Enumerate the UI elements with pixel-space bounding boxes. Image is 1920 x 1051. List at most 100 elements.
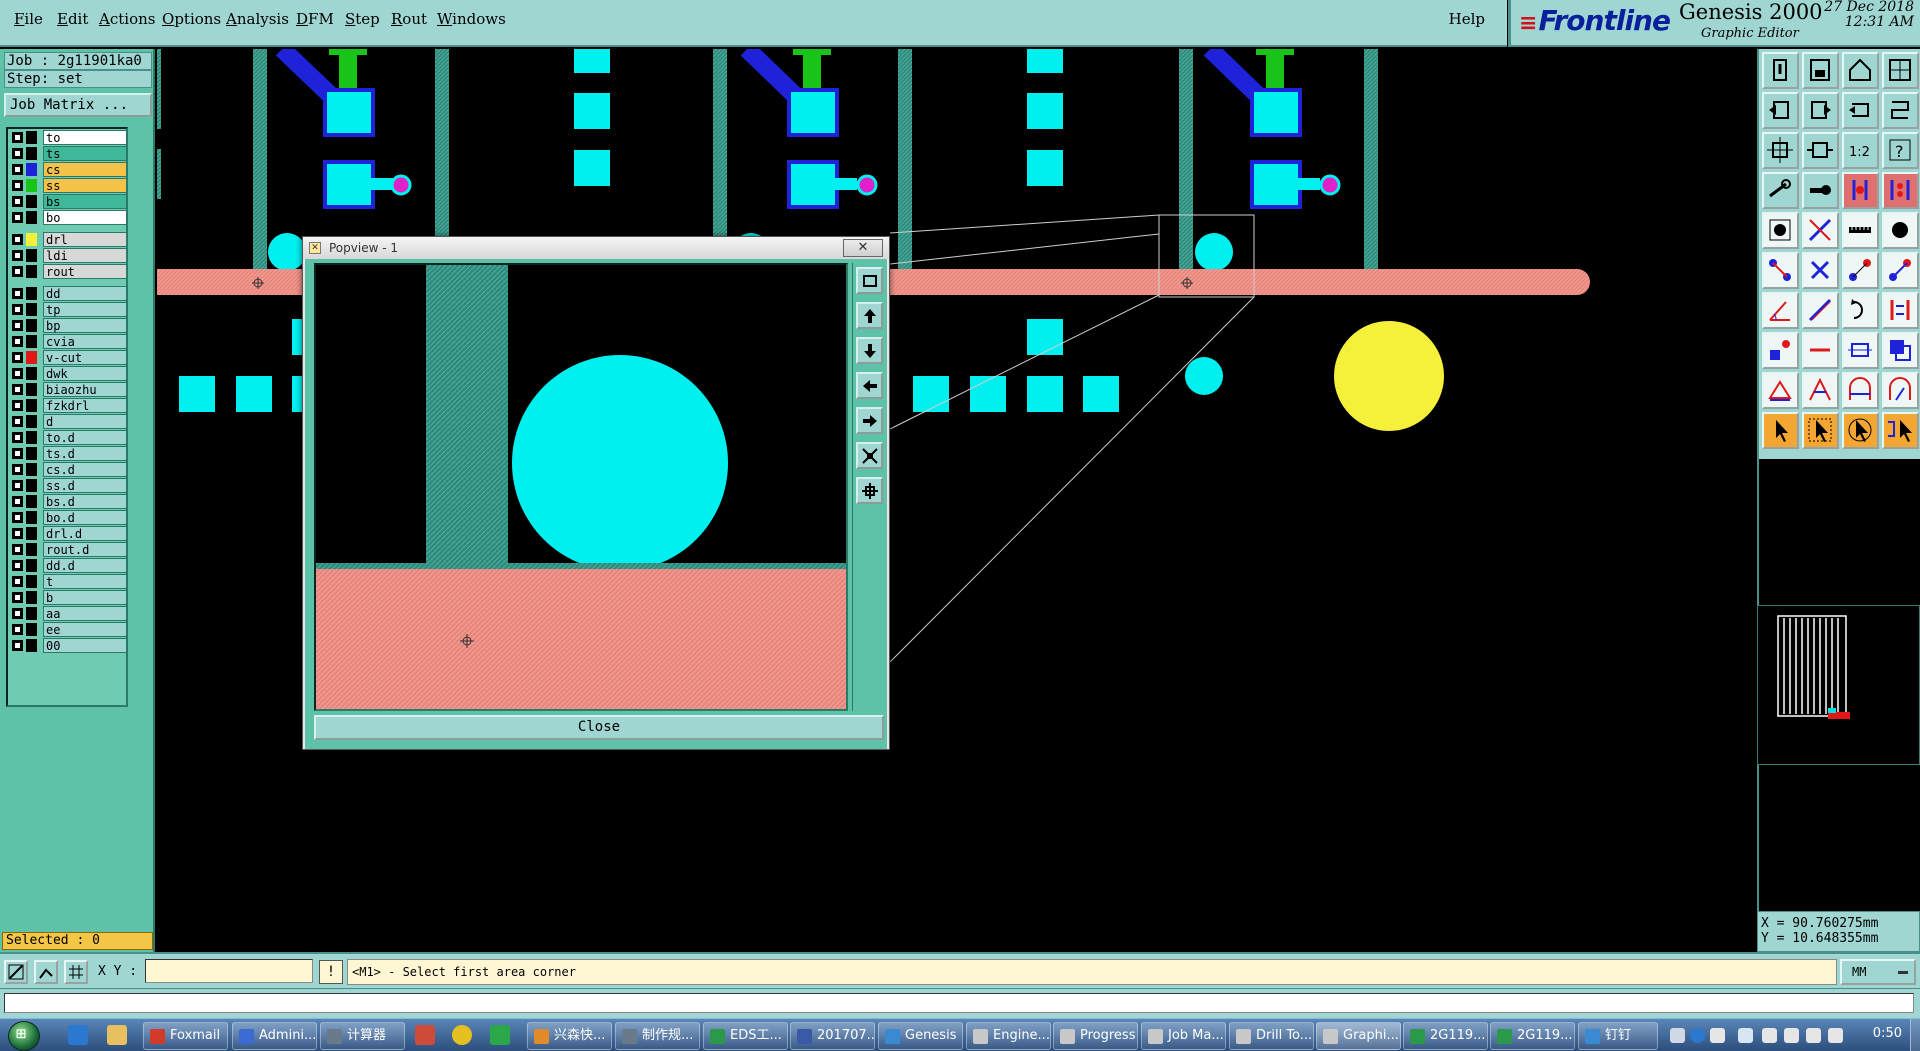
menu-analysis[interactable]: Analysis — [226, 10, 289, 28]
layer-checkbox[interactable] — [12, 148, 23, 159]
layer-checkbox[interactable] — [12, 234, 23, 245]
flip-icon[interactable] — [1882, 292, 1919, 329]
layer-checkbox[interactable] — [12, 368, 23, 379]
layer-name[interactable]: cvia — [43, 334, 127, 349]
layer-color-swatch[interactable] — [26, 351, 37, 364]
layer-row[interactable]: drl — [10, 232, 127, 247]
layer-row[interactable]: 00 — [10, 638, 127, 653]
layer-row[interactable]: to.d — [10, 430, 127, 445]
menu-options[interactable]: Options — [162, 10, 221, 28]
taskbar-button[interactable]: Admini... — [232, 1022, 317, 1050]
taskbar-button[interactable]: Engine... — [966, 1022, 1051, 1050]
layer-row[interactable]: rout — [10, 264, 127, 279]
layer-checkbox[interactable] — [12, 416, 23, 427]
ie-quicklaunch-icon[interactable] — [68, 1025, 88, 1045]
layer-color-swatch[interactable] — [26, 265, 37, 278]
units-selector[interactable]: MM — [1840, 959, 1916, 985]
layer-color-swatch[interactable] — [26, 319, 37, 332]
layer-name[interactable]: rout.d — [43, 542, 127, 557]
feature-icon[interactable] — [1762, 212, 1799, 249]
layer-name[interactable]: tp — [43, 302, 127, 317]
explorer-quicklaunch-icon[interactable] — [107, 1025, 127, 1045]
layer-color-swatch[interactable] — [26, 383, 37, 396]
taskbar-button[interactable]: 2G119... — [1490, 1022, 1575, 1050]
layer-checkbox[interactable] — [12, 608, 23, 619]
prompt-info-icon[interactable]: ! — [319, 960, 343, 984]
layer-color-swatch[interactable] — [26, 479, 37, 492]
menu-rout[interactable]: Rout — [391, 10, 427, 28]
layer-color-swatch[interactable] — [26, 367, 37, 380]
volume-icon[interactable] — [1784, 1028, 1799, 1043]
layer-name[interactable]: cs.d — [43, 462, 127, 477]
pv-pan-down-button[interactable] — [856, 337, 883, 364]
layer-color-swatch[interactable] — [26, 335, 37, 348]
layer-checkbox[interactable] — [12, 266, 23, 277]
tool-wrench-icon[interactable] — [1762, 172, 1799, 209]
arc-icon[interactable] — [1842, 292, 1879, 329]
layer-color-swatch[interactable] — [26, 527, 37, 540]
layer-row[interactable]: t — [10, 574, 127, 589]
layer-row[interactable]: bo — [10, 210, 127, 225]
layer-color-swatch[interactable] — [26, 179, 37, 192]
drc2-icon[interactable] — [1882, 172, 1919, 209]
save-icon[interactable] — [1802, 52, 1839, 89]
layer-name[interactable]: cs — [43, 162, 127, 177]
layer-checkbox[interactable] — [12, 320, 23, 331]
pv-pan-left-button[interactable] — [856, 372, 883, 399]
menu-dfm[interactable]: DFM — [296, 10, 334, 28]
layer-color-swatch[interactable] — [26, 195, 37, 208]
layer-checkbox[interactable] — [12, 624, 23, 635]
layer-name[interactable]: ts.d — [43, 446, 127, 461]
zoom-fit-icon[interactable] — [1762, 132, 1799, 169]
layer-checkbox[interactable] — [12, 400, 23, 411]
layer-name[interactable]: t — [43, 574, 127, 589]
snap-mode-icon[interactable] — [1882, 92, 1919, 129]
snap-icon[interactable] — [4, 960, 28, 984]
slash-icon[interactable] — [1802, 292, 1839, 329]
layer-row[interactable]: bp — [10, 318, 127, 333]
layer-name[interactable]: fzkdrl — [43, 398, 127, 413]
layer-name[interactable]: drl.d — [43, 526, 127, 541]
taskbar-button[interactable]: 钉钉 — [1578, 1022, 1658, 1050]
layer-checkbox[interactable] — [12, 304, 23, 315]
layer-checkbox[interactable] — [12, 448, 23, 459]
zoom-back-icon[interactable] — [1762, 92, 1799, 129]
taskbar-button[interactable]: Drill To... — [1229, 1022, 1314, 1050]
layer-checkbox[interactable] — [12, 180, 23, 191]
layer-name[interactable]: bs — [43, 194, 127, 209]
layer-row[interactable]: to — [10, 130, 127, 145]
layer-row[interactable]: cs — [10, 162, 127, 177]
zoom-center-icon[interactable] — [1802, 132, 1839, 169]
layer-checkbox[interactable] — [12, 640, 23, 651]
layer-row[interactable]: ts — [10, 146, 127, 161]
layer-checkbox[interactable] — [12, 592, 23, 603]
xy-input[interactable] — [145, 959, 313, 983]
layer-row[interactable]: b — [10, 590, 127, 605]
layer-name[interactable]: ts — [43, 146, 127, 161]
trace-icon[interactable] — [1802, 332, 1839, 369]
layer-name[interactable]: d — [43, 414, 127, 429]
drc-icon[interactable] — [1842, 172, 1879, 209]
layer-name[interactable]: aa — [43, 606, 127, 621]
layer-name[interactable]: b — [43, 590, 127, 605]
layer-row[interactable]: ss — [10, 178, 127, 193]
connect-icon[interactable] — [1842, 252, 1879, 289]
layer-name[interactable]: ee — [43, 622, 127, 637]
tool-key-icon[interactable] — [1802, 172, 1839, 209]
layer-checkbox[interactable] — [12, 480, 23, 491]
layer-color-swatch[interactable] — [26, 607, 37, 620]
layer-row[interactable]: dd — [10, 286, 127, 301]
layer-color-swatch[interactable] — [26, 623, 37, 636]
layer-color-swatch[interactable] — [26, 463, 37, 476]
layer-name[interactable]: bp — [43, 318, 127, 333]
taskbar-button[interactable]: Progress — [1053, 1022, 1138, 1050]
taskbar-button[interactable]: 兴森快... — [527, 1022, 612, 1050]
taskbar-button[interactable]: Graphi... — [1316, 1022, 1401, 1050]
layer-row[interactable]: dwk — [10, 366, 127, 381]
layer-checkbox[interactable] — [12, 288, 23, 299]
layer-color-swatch[interactable] — [26, 131, 37, 144]
copy-icon[interactable] — [1882, 332, 1919, 369]
flag-icon[interactable] — [1828, 1028, 1843, 1043]
pointer-icon[interactable] — [1762, 412, 1799, 449]
layer-name[interactable]: ss — [43, 178, 127, 193]
